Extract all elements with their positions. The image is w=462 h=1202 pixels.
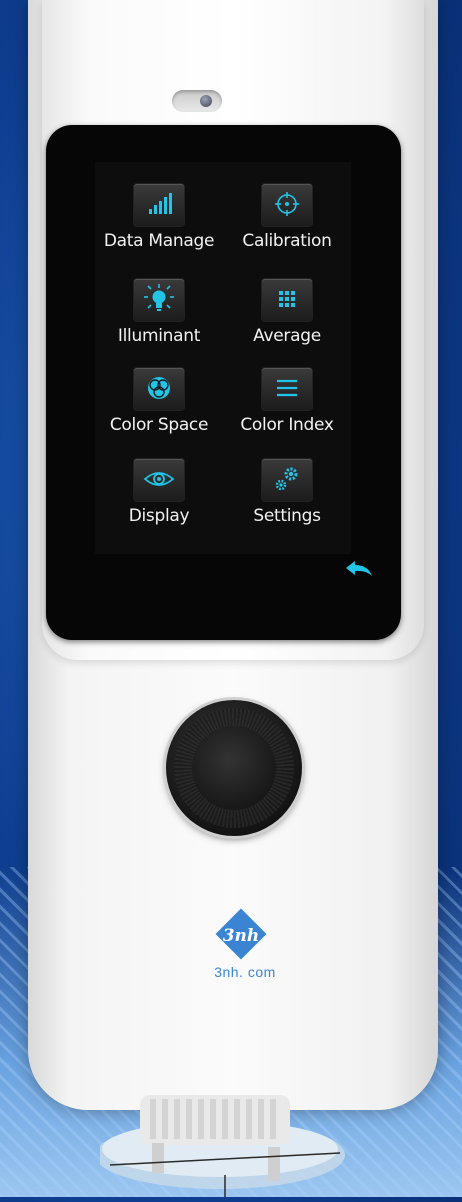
- menu-label: Illuminant: [117, 326, 201, 346]
- menu-label: Color Space: [109, 415, 209, 435]
- menu-label: Color Index: [240, 415, 334, 435]
- svg-text:3nh: 3nh: [223, 926, 260, 946]
- eye-icon: [134, 459, 184, 501]
- menu-calibration[interactable]: Calibration: [223, 184, 351, 251]
- menu-average[interactable]: Average: [223, 279, 351, 346]
- menu-settings[interactable]: Settings: [223, 459, 351, 526]
- menu-label: Data Manage: [103, 231, 215, 251]
- menu-color-space[interactable]: Color Space: [95, 368, 223, 435]
- button-center: [192, 726, 276, 810]
- ambient-sensor: [172, 90, 222, 112]
- menu-label: Settings: [253, 506, 321, 526]
- measure-button[interactable]: [166, 700, 302, 836]
- menu-label: Display: [128, 506, 190, 526]
- signal-bars-icon: [134, 184, 184, 226]
- sensor-lens: [200, 95, 212, 107]
- grid-dots-icon: [262, 279, 312, 321]
- back-arrow-icon: [346, 561, 372, 576]
- menu-illuminant[interactable]: Illuminant: [95, 279, 223, 346]
- menu-color-index[interactable]: Color Index: [223, 368, 351, 435]
- measurement-base: [95, 1085, 400, 1197]
- color-circles-icon: [134, 368, 184, 410]
- back-button[interactable]: [342, 556, 376, 582]
- target-crosshair-icon: [262, 184, 312, 226]
- brand-text: 3nh. com: [214, 964, 276, 980]
- menu-label: Average: [253, 326, 321, 346]
- list-lines-icon: [262, 368, 312, 410]
- brand-logo: 3nh: [215, 908, 267, 960]
- menu-label: Calibration: [242, 231, 332, 251]
- menu-display[interactable]: Display: [95, 459, 223, 526]
- device-screen: Data Manage Calibration Illuminant Avera…: [95, 162, 351, 554]
- lightbulb-icon: [134, 279, 184, 321]
- gears-icon: [262, 459, 312, 501]
- menu-data-manage[interactable]: Data Manage: [95, 184, 223, 251]
